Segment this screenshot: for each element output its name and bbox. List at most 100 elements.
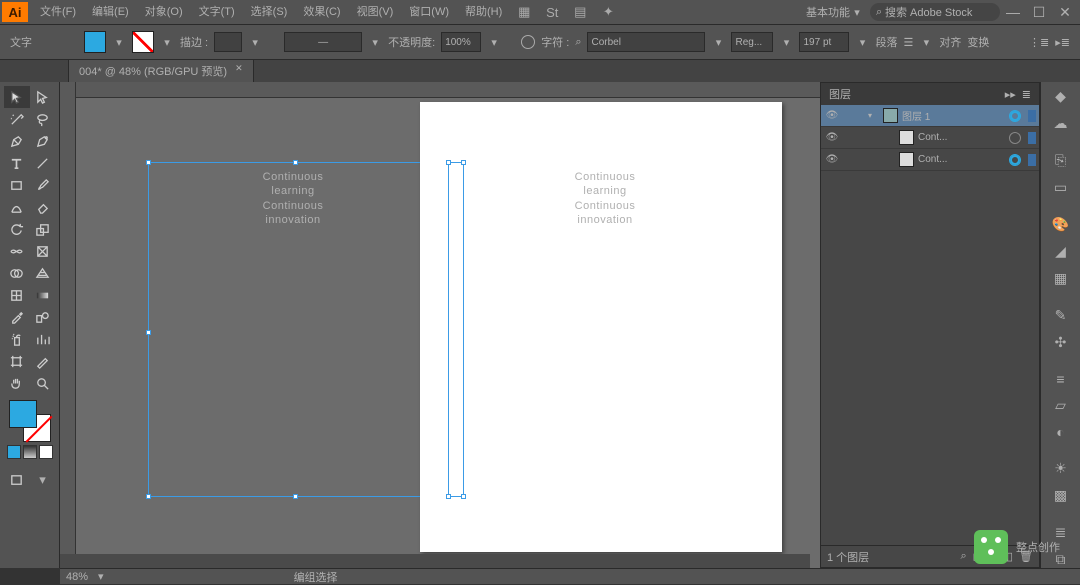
arrange-icon[interactable]: ▤ — [570, 2, 590, 22]
symbols-icon[interactable]: ✣ — [1050, 334, 1072, 351]
line-tool[interactable] — [30, 152, 56, 174]
target-icon[interactable] — [1009, 132, 1021, 144]
curvature-tool[interactable] — [30, 130, 56, 152]
free-transform-tool[interactable] — [30, 240, 56, 262]
opacity-value[interactable]: 100% — [441, 32, 481, 52]
artboards-icon[interactable]: ▭ — [1050, 179, 1072, 196]
blend-tool[interactable] — [30, 306, 56, 328]
layer-name[interactable]: 图层 1 — [902, 108, 1005, 123]
stroke-dd2[interactable]: ▾ — [248, 36, 262, 49]
styles-icon[interactable]: ▩ — [1050, 487, 1072, 504]
magic-wand-tool[interactable] — [4, 108, 30, 130]
menu-effect[interactable]: 效果(C) — [295, 0, 348, 24]
h-scrollbar[interactable] — [60, 554, 810, 568]
font-family[interactable]: Corbel — [587, 32, 705, 52]
tab-close-icon[interactable]: ✕ — [235, 63, 243, 79]
layer-name[interactable]: Cont... — [918, 154, 1005, 165]
stroke-swatch[interactable] — [132, 31, 154, 53]
locate-icon[interactable]: ⌕ — [961, 550, 967, 563]
menu-select[interactable]: 选择(S) — [243, 0, 296, 24]
menu-window[interactable]: 窗口(W) — [401, 0, 457, 24]
layer-row[interactable]: 👁 Cont... — [821, 127, 1039, 149]
direct-select-tool[interactable] — [30, 86, 56, 108]
recolor-icon[interactable] — [521, 35, 535, 49]
visibility-icon[interactable]: 👁 — [824, 110, 840, 121]
rect-tool[interactable] — [4, 174, 30, 196]
graph-tool[interactable] — [30, 328, 56, 350]
shaper-tool[interactable] — [4, 196, 30, 218]
swatches-icon[interactable]: ▦ — [1050, 270, 1072, 287]
transform-link[interactable]: 变换 — [967, 34, 989, 50]
layer-row[interactable]: 👁 Cont... — [821, 149, 1039, 171]
menu-help[interactable]: 帮助(H) — [457, 0, 510, 24]
pen-tool[interactable] — [4, 130, 30, 152]
window-close-icon[interactable]: ✕ — [1052, 4, 1078, 21]
align-link[interactable]: 对齐 — [939, 34, 961, 50]
stroke-dd[interactable]: ▾ — [160, 36, 174, 49]
target-icon[interactable] — [1009, 154, 1021, 166]
stroke-weight[interactable] — [214, 32, 242, 52]
scale-tool[interactable] — [30, 218, 56, 240]
screen-mode[interactable] — [4, 469, 30, 491]
lib-icon[interactable]: ⎘ — [1050, 152, 1072, 169]
zoom-tool[interactable] — [30, 372, 56, 394]
eyedrop-tool[interactable] — [4, 306, 30, 328]
panel-menu-icon[interactable]: ≣ — [1022, 88, 1031, 101]
layer-name[interactable]: Cont... — [918, 132, 1005, 143]
selection-bbox-1[interactable] — [148, 162, 438, 497]
mesh-tool[interactable] — [4, 284, 30, 306]
slice-tool[interactable] — [30, 350, 56, 372]
font-search-icon[interactable]: ⌕ — [575, 36, 581, 49]
stroke-profile[interactable]: — — [284, 32, 362, 52]
layer-row[interactable]: 👁 ▾ 图层 1 — [821, 105, 1039, 127]
fill-stroke-control[interactable] — [9, 400, 51, 442]
para-link[interactable]: 段落 — [875, 34, 897, 50]
artboard[interactable]: Continuous learning Continuous innovatio… — [420, 102, 782, 552]
visibility-icon[interactable]: 👁 — [824, 132, 840, 143]
selection-bbox-2[interactable] — [448, 162, 464, 497]
brush-tool[interactable] — [30, 174, 56, 196]
selection-tool[interactable] — [4, 86, 30, 108]
text-object-2[interactable]: Continuous learning Continuous innovatio… — [445, 170, 765, 227]
properties-icon[interactable]: ◆ — [1050, 88, 1072, 105]
brushes-icon[interactable]: ✎ — [1050, 307, 1072, 324]
workspace-switcher[interactable]: 基本功能▾ — [800, 4, 870, 20]
artboard-tool[interactable] — [4, 350, 30, 372]
menu-type[interactable]: 文字(T) — [191, 0, 243, 24]
menu-view[interactable]: 视图(V) — [349, 0, 402, 24]
menu-object[interactable]: 对象(O) — [137, 0, 191, 24]
font-size[interactable]: 197 pt — [799, 32, 849, 52]
stroke-panel-icon[interactable]: ≡ — [1050, 371, 1072, 387]
fill-box[interactable] — [9, 400, 37, 428]
disclosure-icon[interactable]: ▾ — [868, 111, 879, 120]
eraser-tool[interactable] — [30, 196, 56, 218]
font-weight[interactable]: Reg... — [731, 32, 773, 52]
target-icon[interactable] — [1009, 110, 1021, 122]
grad-panel-icon[interactable]: ▱ — [1050, 397, 1072, 414]
ruler-vertical[interactable] — [60, 82, 76, 568]
menu-edit[interactable]: 编辑(E) — [84, 0, 137, 24]
gradient-tool[interactable] — [30, 284, 56, 306]
mode-none[interactable] — [39, 445, 53, 459]
shape-builder-tool[interactable] — [4, 262, 30, 284]
panel-collapse-icon[interactable]: ▸▸ — [1005, 88, 1016, 101]
visibility-icon[interactable]: 👁 — [824, 154, 840, 165]
type-tool[interactable] — [4, 152, 30, 174]
menu-file[interactable]: 文件(F) — [32, 0, 84, 24]
perspective-tool[interactable] — [30, 262, 56, 284]
lasso-tool[interactable] — [30, 108, 56, 130]
window-min-icon[interactable]: — — [1000, 4, 1026, 20]
symbol-spray-tool[interactable] — [4, 328, 30, 350]
align-icon[interactable]: ☰ — [903, 36, 913, 49]
zoom-dd[interactable]: ▾ — [98, 570, 104, 583]
fill-dd[interactable]: ▾ — [112, 36, 126, 49]
bridge-icon[interactable]: ▦ — [514, 2, 534, 22]
appearance-icon[interactable]: ☀ — [1050, 460, 1072, 477]
gpu-icon[interactable]: ✦ — [598, 2, 618, 22]
fill-swatch[interactable] — [84, 31, 106, 53]
screen-mode-dd[interactable]: ▾ — [30, 469, 56, 491]
document-tab[interactable]: 004* @ 48% (RGB/GPU 预览) ✕ — [68, 59, 254, 82]
color-icon[interactable]: 🎨 — [1050, 216, 1072, 233]
trans-panel-icon[interactable]: ◐ — [1050, 424, 1072, 440]
width-tool[interactable] — [4, 240, 30, 262]
